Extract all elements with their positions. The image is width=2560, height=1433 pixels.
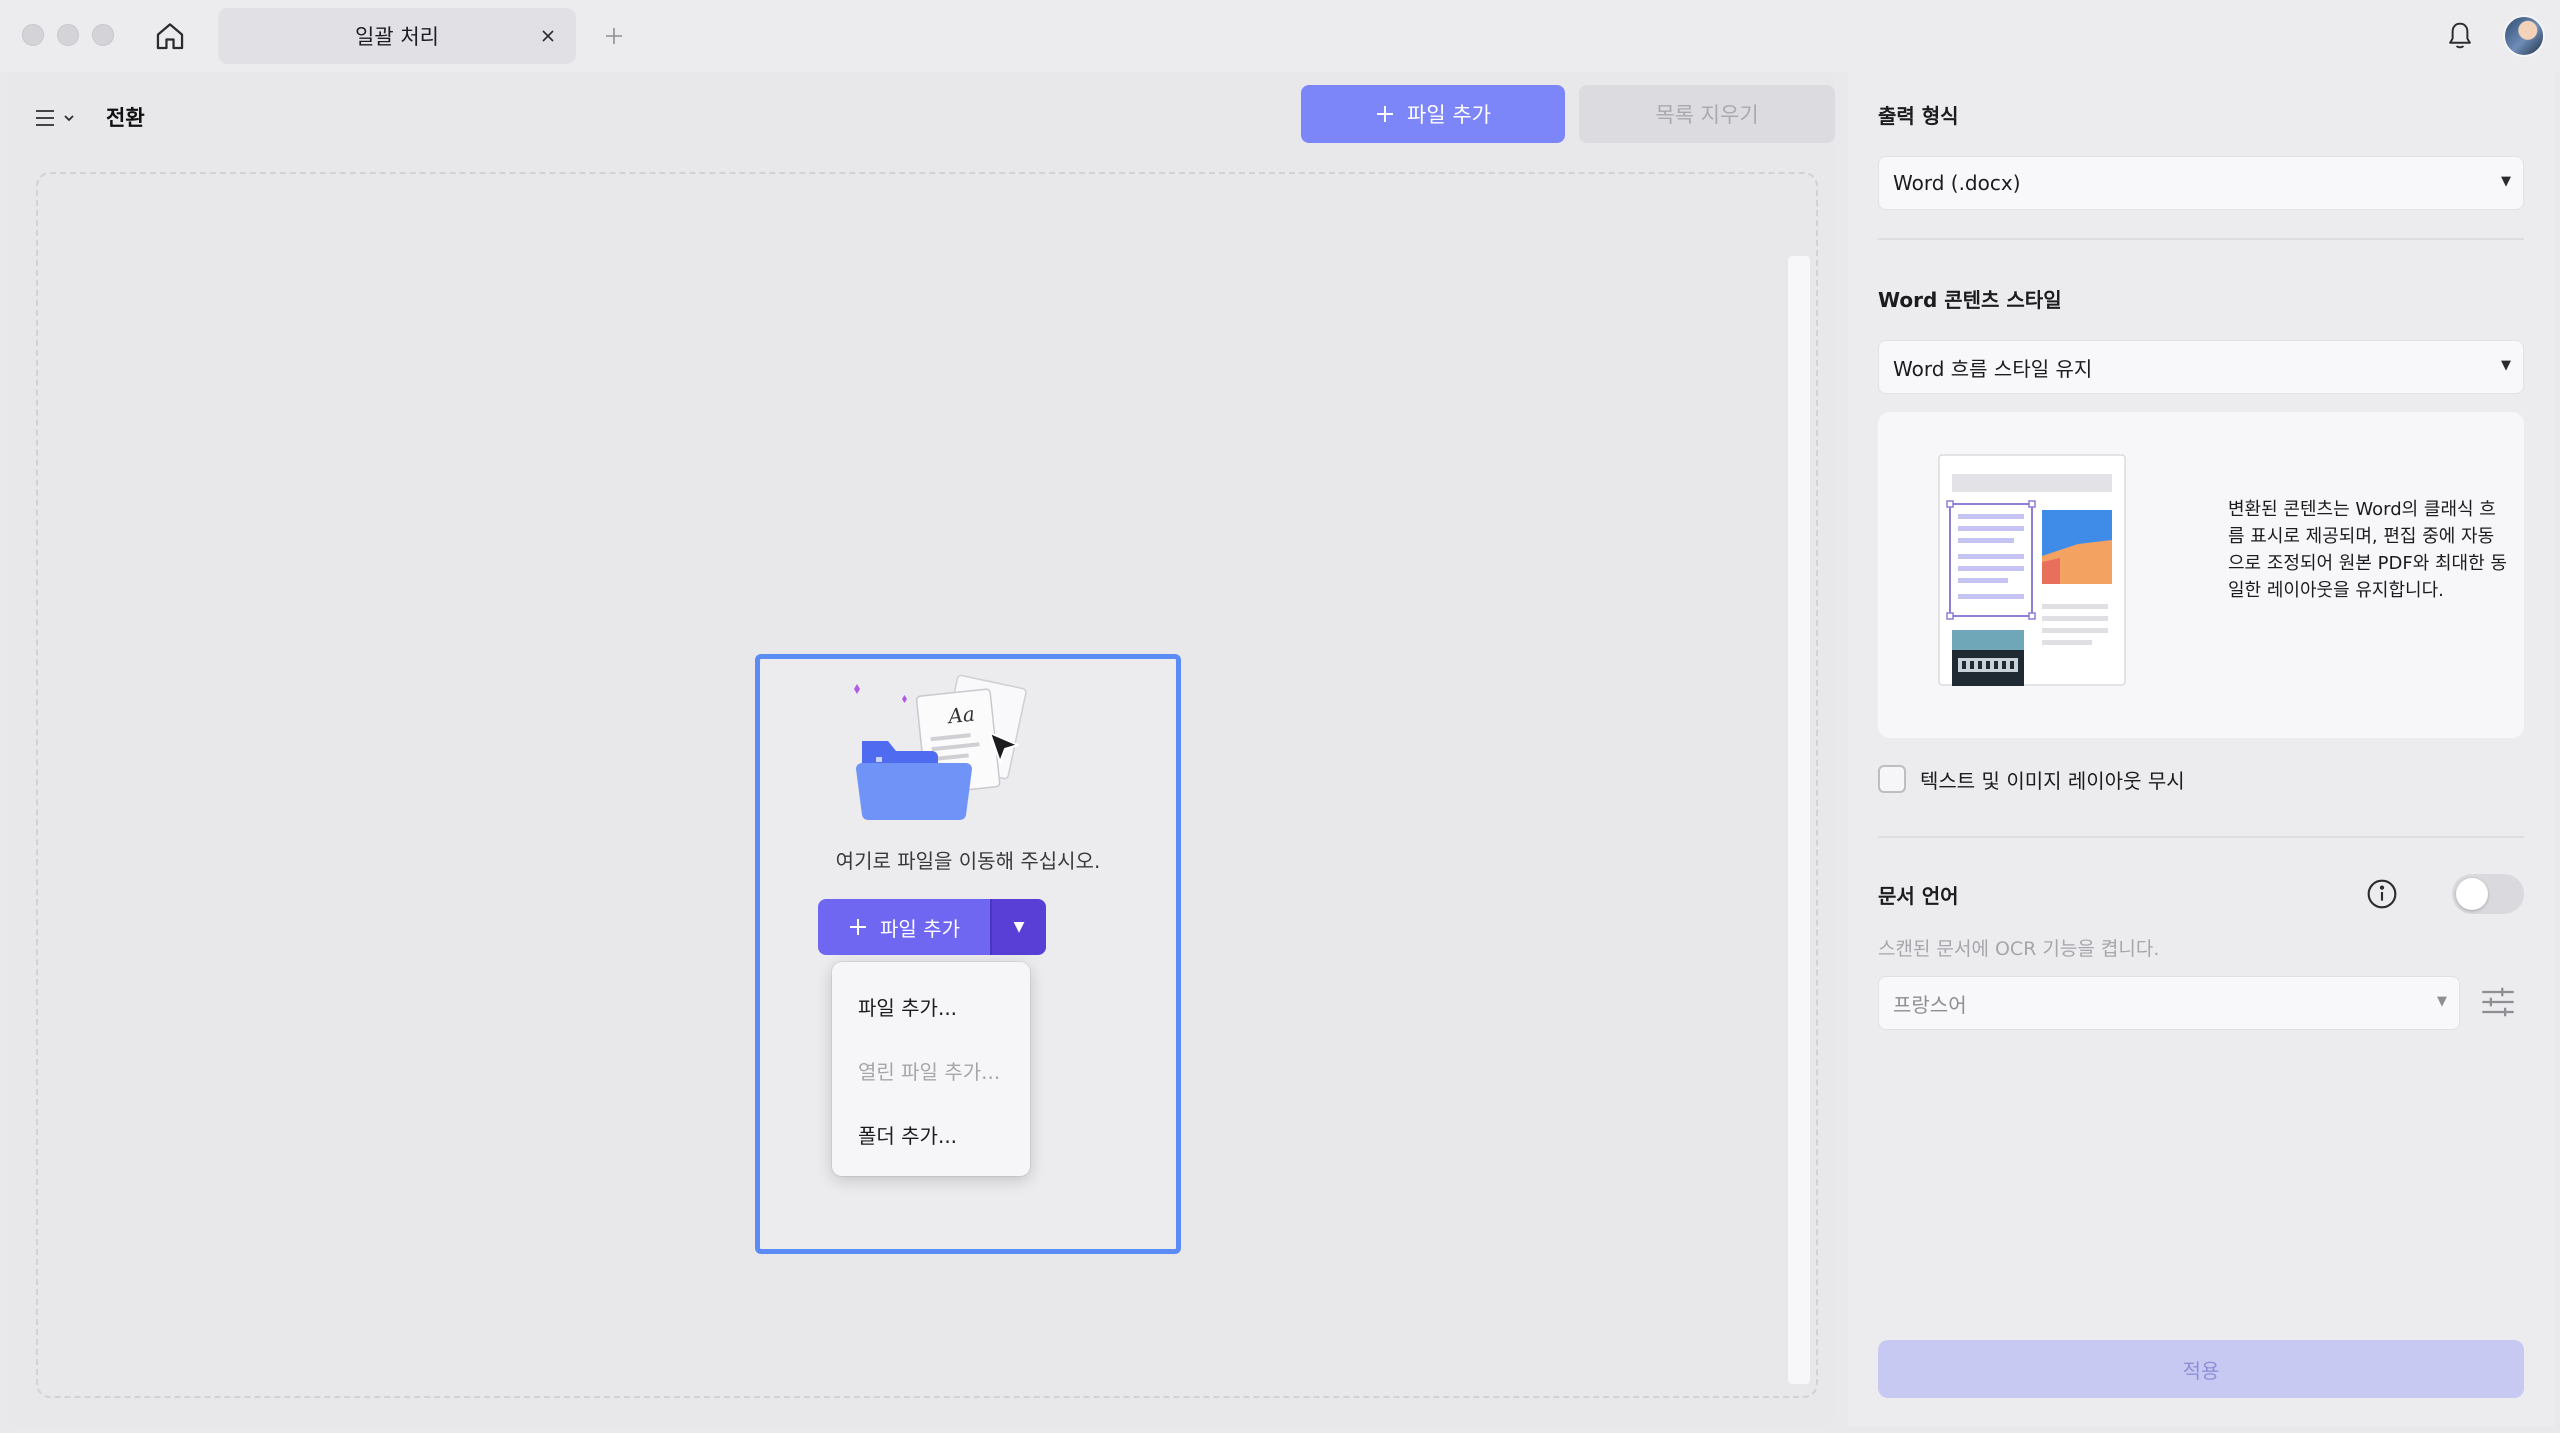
- add-file-label: 파일 추가: [1407, 103, 1491, 127]
- output-format-select[interactable]: Word (.docx) ▼: [1878, 156, 2524, 210]
- caret-down-icon: ▼: [2437, 994, 2447, 1009]
- plus-icon: [850, 919, 867, 935]
- add-file-menu: 파일 추가... 열린 파일 추가... 폴더 추가...: [832, 962, 1030, 1176]
- drop-card[interactable]: Aa 여기로 파일을 이동해 주십시오. 파일 추가 ▼ 파일 추가... 열린…: [755, 654, 1181, 1254]
- drop-hint: 여기로 파일을 이동해 주십시오.: [835, 849, 1101, 873]
- language-select: 프랑스어 ▼: [1878, 976, 2460, 1030]
- add-file-dropzone-label: 파일 추가: [880, 916, 960, 941]
- window-close-button[interactable]: [22, 24, 44, 46]
- svg-text:Aa: Aa: [945, 702, 976, 729]
- chevron-down-icon: [64, 115, 74, 122]
- plus-icon: [1377, 106, 1394, 122]
- content-style-value: Word 흐름 스타일 유지: [1893, 356, 2093, 381]
- ignore-layout-label: 텍스트 및 이미지 레이아웃 무시: [1920, 768, 2185, 793]
- clear-list-label: 목록 지우기: [1655, 103, 1759, 127]
- home-icon[interactable]: [150, 16, 190, 56]
- window-minimize-button[interactable]: [57, 24, 79, 46]
- menu-toggle-button[interactable]: [34, 98, 94, 138]
- folder-documents-illustration: Aa: [854, 674, 1027, 821]
- ocr-description: 스캔된 문서에 OCR 기능을 켭니다.: [1878, 938, 2160, 960]
- tab-batch-process[interactable]: 일괄 처리: [218, 8, 576, 64]
- language-settings-icon[interactable]: [2478, 982, 2518, 1022]
- close-icon[interactable]: [534, 22, 562, 50]
- apply-button: 적용: [1878, 1340, 2524, 1398]
- add-file-dropzone-button[interactable]: 파일 추가: [818, 899, 990, 955]
- ocr-toggle[interactable]: [2452, 874, 2524, 914]
- apply-label: 적용: [2182, 1358, 2220, 1383]
- clear-list-button[interactable]: 목록 지우기: [1579, 85, 1835, 143]
- add-file-split-button: 파일 추가 ▼: [818, 899, 1046, 955]
- hamburger-icon: [36, 110, 54, 126]
- info-icon[interactable]: [2366, 878, 2398, 910]
- output-format-value: Word (.docx): [1893, 171, 2021, 195]
- settings-panel: 출력 형식 Word (.docx) ▼ Word 콘텐츠 스타일 Word 흐…: [1848, 72, 2554, 1427]
- window-zoom-button[interactable]: [92, 24, 114, 46]
- add-tab-icon[interactable]: [596, 18, 632, 54]
- language-value: 프랑스어: [1893, 992, 1967, 1017]
- content-style-select[interactable]: Word 흐름 스타일 유지 ▼: [1878, 340, 2524, 394]
- title-bar: 일괄 처리: [0, 0, 2560, 72]
- toggle-knob: [2456, 878, 2488, 910]
- style-preview-description: 변환된 콘텐츠는 Word의 클래식 흐름 표시로 제공되며, 편집 중에 자동…: [2228, 499, 2507, 601]
- bell-icon[interactable]: [2440, 16, 2480, 56]
- caret-down-icon: ▼: [1013, 919, 1025, 935]
- page-title: 전환: [106, 106, 145, 130]
- scrollbar[interactable]: [1788, 256, 1810, 1384]
- divider: [1878, 238, 2524, 240]
- ignore-layout-option[interactable]: 텍스트 및 이미지 레이아웃 무시: [1878, 764, 2185, 794]
- add-file-dropdown-toggle[interactable]: ▼: [990, 899, 1046, 955]
- content-style-title: Word 콘텐츠 스타일: [1878, 288, 2062, 312]
- ignore-layout-checkbox[interactable]: [1878, 765, 1906, 793]
- divider: [1878, 836, 2524, 838]
- menu-item-add-folder[interactable]: 폴더 추가...: [832, 1102, 1030, 1166]
- document-language-title: 문서 언어: [1878, 884, 1959, 908]
- style-preview: 변환된 콘텐츠는 Word의 클래식 흐름 표시로 제공되며, 편집 중에 자동…: [1878, 412, 2524, 738]
- caret-down-icon: ▼: [2501, 174, 2511, 189]
- document-layout-illustration: [1938, 454, 2126, 686]
- menu-item-add-file[interactable]: 파일 추가...: [832, 974, 1030, 1038]
- menu-item-add-open-files: 열린 파일 추가...: [858, 1059, 1001, 1084]
- output-format-title: 출력 형식: [1878, 104, 1959, 128]
- avatar[interactable]: [2503, 15, 2545, 57]
- main-panel: 전환 파일 추가 목록 지우기 Aa 여기로 파일을 이동해 주십시오. 파일 …: [8, 72, 1835, 1427]
- caret-down-icon: ▼: [2501, 358, 2511, 373]
- add-file-button[interactable]: 파일 추가: [1301, 85, 1565, 143]
- tab-label: 일괄 처리: [355, 25, 439, 49]
